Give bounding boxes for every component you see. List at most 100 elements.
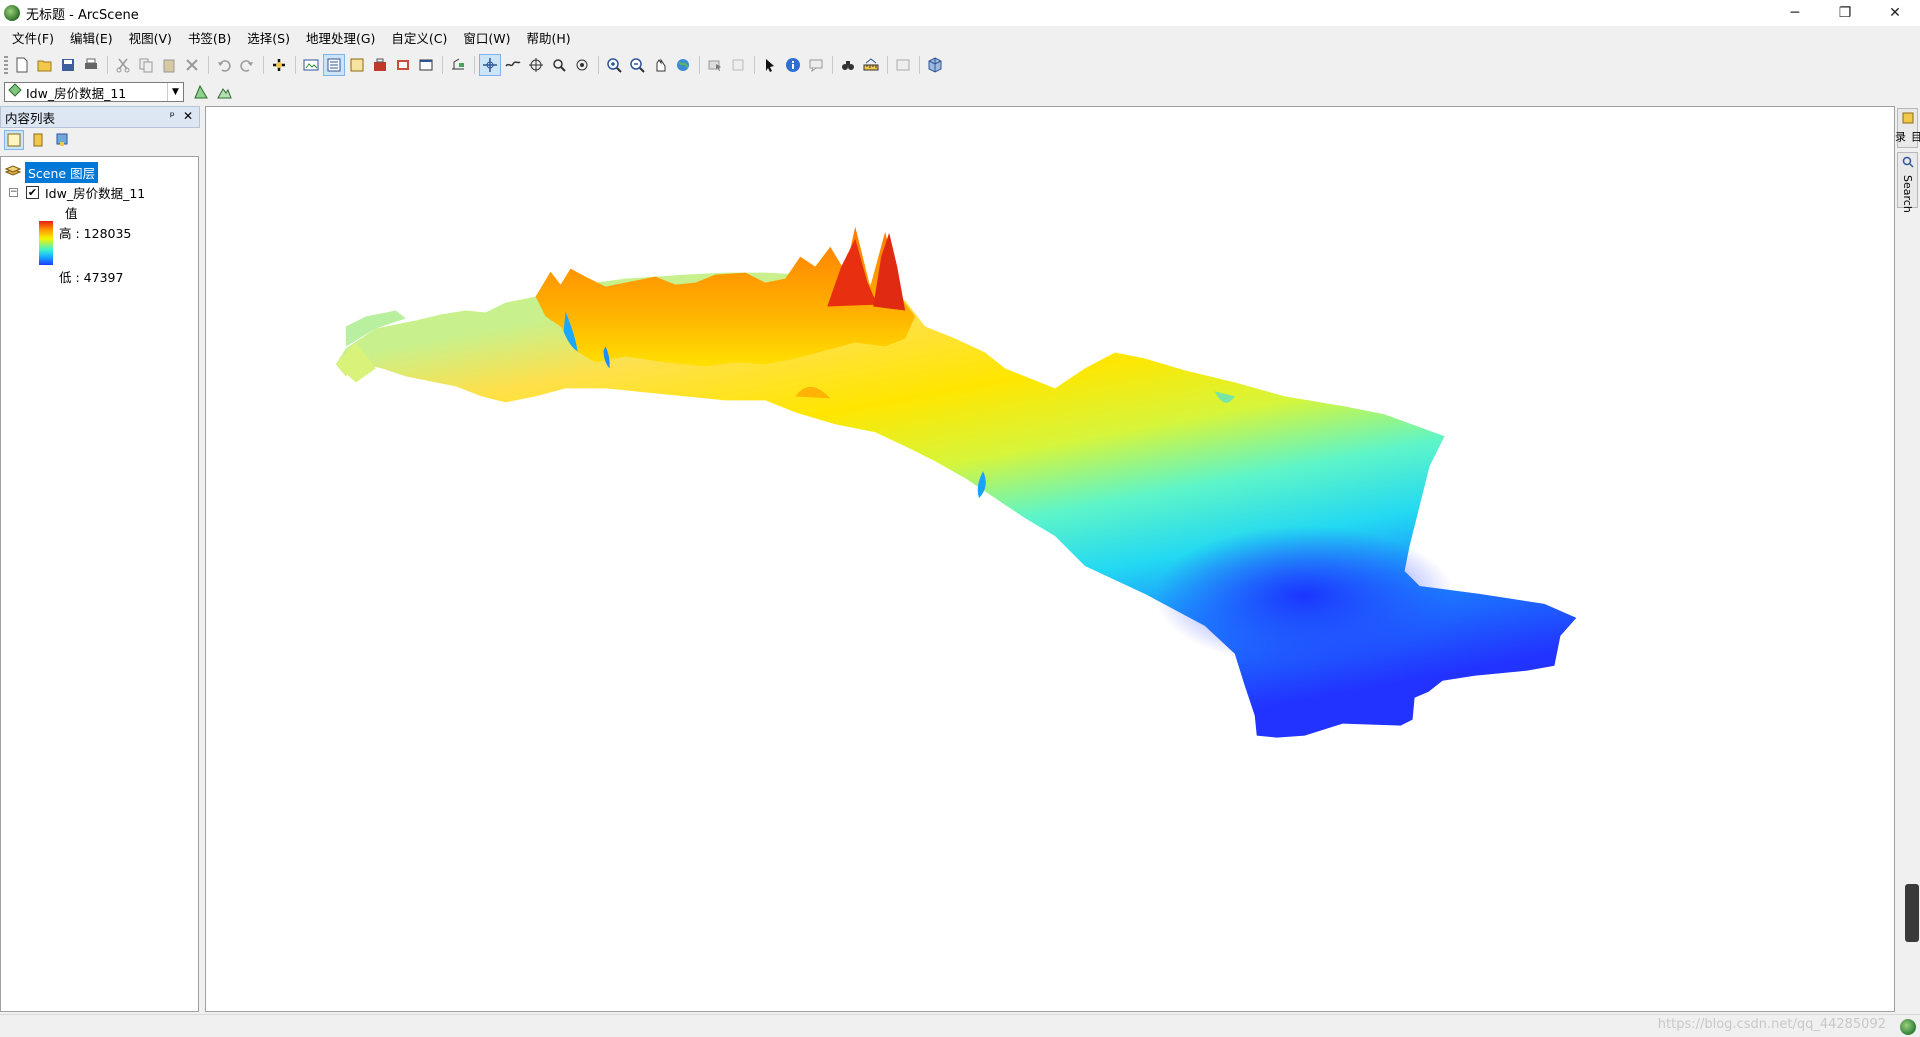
paste-icon[interactable] <box>158 54 180 76</box>
html-popup-icon[interactable] <box>805 54 827 76</box>
menu-geoprocessing[interactable]: 地理处理(G) <box>298 28 383 50</box>
list-by-visibility-icon[interactable] <box>52 130 72 150</box>
search-tab-label: Search <box>1901 175 1914 213</box>
lighting-icon[interactable] <box>213 81 235 103</box>
search-tab[interactable]: Search <box>1897 152 1918 213</box>
toolbar-separator <box>919 56 920 74</box>
scene-layer-label[interactable]: Scene 图层 <box>25 162 99 183</box>
menu-file[interactable]: 文件(F) <box>4 28 62 50</box>
new-document-icon[interactable] <box>11 54 33 76</box>
center-target-icon[interactable] <box>525 54 547 76</box>
catalog-tab[interactable]: 目录 <box>1894 108 1920 148</box>
editor-icon[interactable] <box>447 54 469 76</box>
select-features-icon[interactable] <box>704 54 726 76</box>
list-by-drawing-order-icon[interactable] <box>4 130 24 150</box>
catalog-tab-label: 目录 <box>1893 131 1920 142</box>
toolbar-separator <box>442 56 443 74</box>
toc-icon[interactable] <box>346 54 368 76</box>
layer-name[interactable]: Idw_房价数据_11 <box>45 183 145 202</box>
close-button[interactable]: ✕ <box>1870 0 1920 26</box>
standard-toolbar <box>0 53 947 77</box>
3d-effects-icon[interactable] <box>924 54 946 76</box>
idw-surface-render <box>335 226 1577 738</box>
minimize-button[interactable]: ─ <box>1770 0 1820 26</box>
layer-row: − ✔ Idw_房价数据_11 <box>9 183 145 202</box>
scene-layer-row[interactable]: Scene 图层 <box>4 162 99 183</box>
dock-scroll-handle[interactable] <box>1905 884 1919 942</box>
layer-visibility-checkbox[interactable]: ✔ <box>26 186 39 199</box>
menu-windows[interactable]: 窗口(W) <box>455 28 518 50</box>
identify-icon[interactable] <box>782 54 804 76</box>
status-bar: https://blog.csdn.net/qq_44285092 <box>0 1014 1920 1037</box>
undo-icon[interactable] <box>213 54 235 76</box>
layer-dropdown[interactable]: Idw_房价数据_11 ▼ <box>4 82 184 102</box>
list-by-source-icon[interactable] <box>28 130 48 150</box>
pan-icon[interactable] <box>649 54 671 76</box>
toc-close-icon[interactable]: ✕ <box>183 109 193 123</box>
delete-icon[interactable] <box>181 54 203 76</box>
toolbar-separator <box>832 56 833 74</box>
legend-low-label: 低 : 47397 <box>59 270 124 285</box>
menu-view[interactable]: 视图(V) <box>121 28 180 50</box>
find-icon[interactable] <box>837 54 859 76</box>
pin-icon[interactable]: ᵖ <box>170 109 175 123</box>
measure-icon[interactable] <box>860 54 882 76</box>
menu-help[interactable]: 帮助(H) <box>519 28 579 50</box>
table-of-contents: 内容列表 ᵖ ✕ Scene 图层 − ✔ Idw_房价数据_11 值 高 : … <box>0 106 200 1012</box>
layer-dropdown-value: Idw_房价数据_11 <box>26 85 127 101</box>
catalog-icon[interactable] <box>323 54 345 76</box>
fly-icon[interactable] <box>502 54 524 76</box>
legend-color-ramp <box>39 221 53 265</box>
copy-icon[interactable] <box>135 54 157 76</box>
toolbar-separator <box>887 56 888 74</box>
toc-toolbar <box>0 128 200 152</box>
search-icon <box>1902 156 1914 172</box>
menu-selection[interactable]: 选择(S) <box>239 28 298 50</box>
window-icon[interactable] <box>300 54 322 76</box>
python-icon[interactable] <box>392 54 414 76</box>
menu-bar: 文件(F) 编辑(E) 视图(V) 书签(B) 选择(S) 地理处理(G) 自定… <box>0 28 579 50</box>
zoom-in-icon[interactable] <box>603 54 625 76</box>
arcscene-logo-icon <box>4 5 20 21</box>
chevron-down-icon[interactable]: ▼ <box>167 83 183 101</box>
animation-icon[interactable] <box>892 54 914 76</box>
model-icon[interactable] <box>415 54 437 76</box>
select-elements-icon[interactable] <box>759 54 781 76</box>
toolbar-separator <box>474 56 475 74</box>
menu-bookmarks[interactable]: 书签(B) <box>180 28 239 50</box>
watermark-text: https://blog.csdn.net/qq_44285092 <box>1657 1017 1886 1032</box>
transparency-icon[interactable] <box>190 81 212 103</box>
arctoolbox-icon[interactable] <box>369 54 391 76</box>
toc-header: 内容列表 ᵖ ✕ <box>0 106 200 128</box>
3d-effects-toolbar: Idw_房价数据_11 ▼ <box>0 80 236 104</box>
toolbar-grip[interactable] <box>4 56 8 74</box>
toolbar-separator <box>107 56 108 74</box>
toolbar-separator <box>699 56 700 74</box>
scene-view[interactable] <box>205 106 1895 1012</box>
zoom-out-icon[interactable] <box>626 54 648 76</box>
clear-selection-icon[interactable] <box>727 54 749 76</box>
save-icon[interactable] <box>57 54 79 76</box>
toc-tree: Scene 图层 − ✔ Idw_房价数据_11 值 高 : 128035 低 … <box>0 156 199 1012</box>
menu-edit[interactable]: 编辑(E) <box>62 28 121 50</box>
globe-icon <box>1900 1019 1916 1035</box>
open-folder-icon[interactable] <box>34 54 56 76</box>
cut-icon[interactable] <box>112 54 134 76</box>
full-extent-icon[interactable] <box>672 54 694 76</box>
toolbar-separator <box>263 56 264 74</box>
collapse-icon[interactable]: − <box>9 188 18 197</box>
legend-high-label: 高 : 128035 <box>59 226 132 241</box>
menu-customize[interactable]: 自定义(C) <box>383 28 455 50</box>
restore-button[interactable]: ❐ <box>1820 0 1870 26</box>
toolbar-separator <box>208 56 209 74</box>
zoom-to-target-icon[interactable] <box>548 54 570 76</box>
print-icon[interactable] <box>80 54 102 76</box>
navigate-icon[interactable] <box>479 54 501 76</box>
raster-layer-icon <box>8 83 22 101</box>
toc-title: 内容列表 <box>5 110 56 126</box>
right-dock: 目录 Search <box>1894 106 1920 1012</box>
set-observer-icon[interactable] <box>571 54 593 76</box>
redo-icon[interactable] <box>236 54 258 76</box>
window-controls: ─ ❐ ✕ <box>1770 0 1920 26</box>
add-data-icon[interactable] <box>268 54 290 76</box>
